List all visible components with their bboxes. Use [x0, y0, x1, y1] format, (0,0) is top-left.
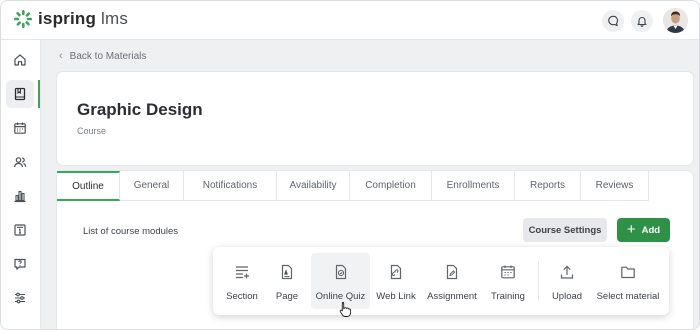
training-icon [501, 265, 515, 279]
logo-text: ispring lms [38, 9, 128, 29]
notifications-button[interactable] [631, 10, 653, 32]
menu-item-label: Upload [551, 291, 583, 302]
menu-item-section[interactable]: Section [223, 253, 261, 309]
tab-outline[interactable]: Outline [57, 171, 120, 201]
chevron-left-icon: ‹ [59, 50, 63, 62]
top-header: ispring lms [1, 1, 699, 40]
tab-completion[interactable]: Completion [350, 171, 432, 201]
tab-general[interactable]: General [120, 171, 184, 201]
app-window: ispring lms ‹ Back to Materials Graphic … [0, 0, 700, 330]
logo[interactable]: ispring lms [13, 9, 128, 29]
modules-list-label: List of course modules [83, 226, 179, 237]
course-settings-button[interactable]: Course Settings [523, 218, 607, 242]
page-icon [281, 264, 293, 280]
tab-notifications[interactable]: Notifications [184, 171, 277, 201]
back-link-label: Back to Materials [69, 50, 147, 62]
menu-item-web-link[interactable]: Web Link [376, 253, 416, 309]
folder-icon [621, 266, 635, 279]
menu-item-label: Web Link [376, 291, 416, 302]
reports-icon [14, 190, 26, 203]
avatar[interactable] [663, 8, 688, 33]
hand-cursor-icon [339, 302, 351, 317]
course-header-card: Graphic Design Course [57, 72, 693, 165]
add-content-menu: Section Page Online Quiz Web Link Assign… [213, 247, 669, 315]
sidebar-item-help[interactable] [6, 250, 34, 278]
menu-item-upload[interactable]: Upload [549, 253, 585, 309]
tab-bar: Outline General Notifications Availabili… [57, 171, 649, 201]
menu-item-assignment[interactable]: Assignment [426, 253, 478, 309]
menu-item-label: Training [491, 291, 525, 302]
chat-icon [608, 15, 619, 27]
logo-text-light: lms [96, 9, 129, 28]
info-icon [14, 224, 26, 236]
tab-reviews[interactable]: Reviews [581, 171, 649, 201]
menu-item-page[interactable]: Page [270, 253, 304, 309]
plus-icon: + [626, 221, 636, 238]
sidebar-item-calendar[interactable] [6, 114, 34, 142]
settings-icon [15, 292, 25, 304]
sidebar-item-materials[interactable] [6, 80, 34, 108]
sidebar-item-reports[interactable] [6, 182, 34, 210]
section-icon [236, 266, 249, 279]
sidebar-item-users[interactable] [6, 148, 34, 176]
sidebar [1, 40, 41, 329]
sidebar-item-home[interactable] [6, 46, 34, 74]
logo-text-bold: ispring [38, 9, 97, 28]
add-button-label: Add [641, 224, 661, 236]
user-avatar-icon [663, 8, 688, 33]
menu-divider [538, 261, 539, 301]
bell-icon [637, 17, 647, 27]
page-title: Graphic Design [77, 100, 203, 119]
calendar-icon [14, 122, 26, 134]
quiz-icon [335, 264, 346, 280]
add-button[interactable]: + Add [617, 218, 670, 242]
sidebar-active-indicator [38, 80, 40, 108]
tab-availability[interactable]: Availability [277, 171, 350, 201]
tab-enrollments[interactable]: Enrollments [432, 171, 515, 201]
logo-icon [14, 10, 32, 28]
home-icon [14, 54, 26, 66]
materials-icon [14, 87, 26, 101]
users-icon [13, 157, 27, 168]
back-link[interactable]: ‹ Back to Materials [59, 50, 146, 62]
menu-item-label: Assignment [427, 291, 477, 302]
sidebar-item-settings[interactable] [6, 284, 34, 312]
upload-icon [560, 265, 574, 279]
menu-item-select-material[interactable]: Select material [597, 253, 659, 309]
course-type-label: Course [77, 126, 107, 136]
menu-item-training[interactable]: Training [487, 253, 529, 309]
assignment-icon [446, 264, 458, 280]
menu-item-label: Select material [596, 291, 660, 302]
sidebar-item-info[interactable] [6, 216, 34, 244]
web-link-icon [390, 264, 402, 280]
help-icon [14, 258, 26, 270]
menu-item-label: Section [226, 291, 258, 302]
tab-reports[interactable]: Reports [515, 171, 581, 201]
chat-button[interactable] [602, 10, 624, 32]
menu-item-label: Page [275, 291, 299, 302]
